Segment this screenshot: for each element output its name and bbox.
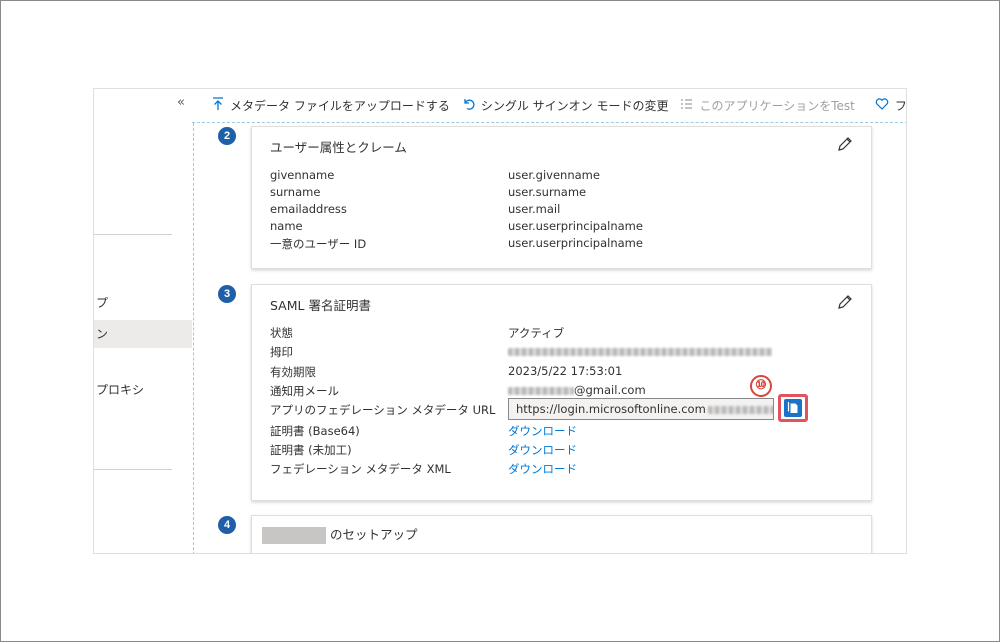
attribute-row: emailaddress user.mail: [270, 202, 860, 219]
attribute-row: surname user.surname: [270, 185, 860, 202]
setup-card: のセットアップ: [251, 515, 872, 553]
collapse-nav-button[interactable]: «: [177, 95, 185, 110]
nav-item-2-active[interactable]: ン: [94, 320, 192, 348]
screenshot-area: « プ ン プロキシ メタデータ ファイルをアップロードする シングル サインオ…: [93, 88, 907, 554]
step-badge-2: 2: [218, 127, 236, 145]
feedback-label: フ: [894, 99, 907, 113]
copy-to-clipboard-button[interactable]: [784, 399, 802, 417]
attribute-value: user.mail: [508, 202, 561, 216]
nav-divider: [94, 234, 172, 235]
saml-certificate-title: SAML 署名証明書: [270, 298, 371, 313]
attribute-name: name: [270, 219, 303, 233]
cert-raw-label: 証明書 (未加工): [270, 443, 352, 457]
attribute-value: user.givenname: [508, 168, 600, 182]
attribute-row: 一意のユーザー ID user.userprincipalname: [270, 236, 860, 253]
federation-xml-row: フェデレーション メタデータ XML ダウンロード: [270, 461, 860, 478]
attribute-name: 一意のユーザー ID: [270, 237, 367, 251]
command-toolbar: メタデータ ファイルをアップロードする シングル サインオン モードの変更 この…: [192, 89, 907, 123]
nav-divider: [94, 469, 172, 470]
attribute-value: user.userprincipalname: [508, 219, 643, 233]
email-domain: @gmail.com: [574, 383, 646, 397]
status-label: 状態: [270, 326, 293, 340]
attribute-name: givenname: [270, 168, 335, 182]
metadata-url-label: アプリのフェデレーション メタデータ URL: [270, 403, 496, 417]
change-sso-mode-button[interactable]: シングル サインオン モードの変更: [456, 89, 675, 123]
edit-pencil-icon[interactable]: [837, 136, 853, 152]
federation-xml-label: フェデレーション メタデータ XML: [270, 462, 451, 476]
thumbprint-row: 拇印: [270, 344, 860, 361]
expiry-label: 有効期限: [270, 365, 316, 379]
copy-highlight-box: [778, 394, 808, 422]
status-value: アクティブ: [508, 326, 565, 340]
cert-raw-download-link[interactable]: ダウンロード: [508, 442, 577, 458]
upload-icon: [212, 96, 224, 115]
notification-email-label: 通知用メール: [270, 384, 339, 398]
setup-title: のセットアップ: [262, 524, 418, 544]
attribute-name: surname: [270, 185, 321, 199]
cert-base64-download-link[interactable]: ダウンロード: [508, 423, 577, 439]
left-navigation: « プ ン プロキシ: [94, 89, 192, 553]
metadata-url-field[interactable]: https://login.microsoftonline.com: [508, 398, 774, 420]
upload-metadata-button[interactable]: メタデータ ファイルをアップロードする: [192, 89, 456, 123]
user-attributes-title: ユーザー属性とクレーム: [270, 140, 407, 155]
heart-icon: [875, 97, 889, 114]
annotation-marker-10: ⑩: [750, 375, 772, 397]
nav-item-proxy[interactable]: プロキシ: [94, 376, 192, 404]
attribute-row: givenname user.givenname: [270, 168, 860, 185]
notification-email-value: @gmail.com: [508, 383, 646, 397]
test-application-label: このアプリケーションをTest: [699, 99, 855, 113]
edit-pencil-icon[interactable]: [837, 294, 853, 310]
status-row: 状態 アクティブ: [270, 325, 860, 342]
metadata-url-text: https://login.microsoftonline.com: [516, 402, 706, 416]
attribute-value: user.userprincipalname: [508, 236, 643, 250]
cert-base64-row: 証明書 (Base64) ダウンロード: [270, 423, 860, 440]
feedback-button[interactable]: フ: [869, 89, 907, 123]
redacted-app-name: [262, 527, 326, 544]
thumbprint-label: 拇印: [270, 345, 293, 359]
expiry-row: 有効期限 2023/5/22 17:53:01: [270, 364, 860, 381]
step-badge-3: 3: [218, 285, 236, 303]
step-badge-4: 4: [218, 516, 236, 534]
attribute-row: name user.userprincipalname: [270, 219, 860, 236]
federation-xml-download-link[interactable]: ダウンロード: [508, 461, 577, 477]
test-application-button[interactable]: このアプリケーションをTest: [674, 89, 860, 123]
copy-icon: [787, 402, 798, 413]
change-sso-mode-label: シングル サインオン モードの変更: [480, 99, 669, 113]
setup-title-suffix: のセットアップ: [330, 527, 418, 542]
nav-item-1[interactable]: プ: [94, 289, 192, 317]
saml-certificate-card: SAML 署名証明書 状態 アクティブ 拇印 有効期限 2023/5/22 17…: [251, 284, 872, 501]
step-connector-line: [193, 123, 194, 553]
upload-metadata-label: メタデータ ファイルをアップロードする: [230, 99, 450, 113]
attribute-value: user.surname: [508, 185, 587, 199]
cert-base64-label: 証明書 (Base64): [270, 424, 360, 438]
cert-raw-row: 証明書 (未加工) ダウンロード: [270, 442, 860, 459]
expiry-value: 2023/5/22 17:53:01: [508, 364, 623, 378]
metadata-url-row: アプリのフェデレーション メタデータ URL https://login.mic…: [270, 394, 860, 422]
undo-icon: [462, 97, 475, 114]
list-icon: [680, 98, 693, 114]
attribute-name: emailaddress: [270, 202, 347, 216]
thumbprint-value-redacted: [508, 344, 772, 358]
user-attributes-card: ユーザー属性とクレーム givenname user.givenname sur…: [251, 126, 872, 269]
